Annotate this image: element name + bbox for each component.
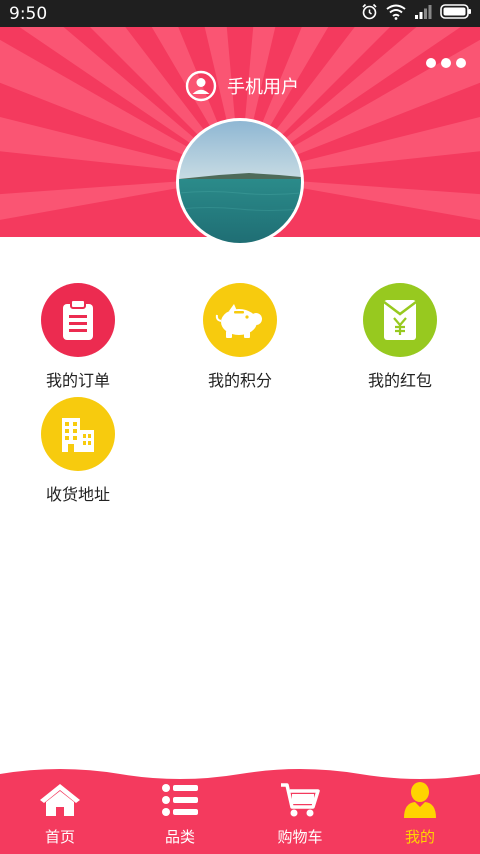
status-bar: 9:50 [0,0,480,27]
menu-label-red-envelope: 我的红包 [367,371,432,390]
user-row[interactable]: 手机用户 [185,70,299,102]
piggy-bank-icon [203,283,277,357]
user-circle-icon [185,70,217,102]
menu-label-address: 收货地址 [45,485,110,504]
tab-label-home: 首页 [44,828,75,846]
tab-cart[interactable]: 购物车 [240,780,360,854]
clipboard-icon [41,283,115,357]
menu-item-red-envelope[interactable]: 我的红包 [330,283,470,391]
user-name: 手机用户 [227,77,299,98]
alarm-icon [361,3,378,24]
avatar[interactable] [176,118,304,246]
menu-item-orders[interactable]: 我的订单 [8,283,148,391]
more-dots-icon [426,58,436,68]
status-time: 9:50 [9,4,48,24]
list-icon [120,780,240,820]
tab-label-cart: 购物车 [277,828,323,846]
signal-icon [414,4,432,23]
status-icons [361,3,472,24]
red-envelope-icon [363,283,437,357]
avatar-photo [179,121,301,243]
menu-item-points[interactable]: 我的积分 [170,283,310,391]
cart-icon [240,780,360,820]
home-icon [0,780,120,820]
tab-home[interactable]: 首页 [0,780,120,854]
more-button[interactable] [426,55,466,71]
wifi-icon [386,4,406,24]
tab-bar: 首页 品类 购物车 我的 [0,768,480,854]
tab-mine[interactable]: 我的 [360,780,480,854]
battery-icon [440,4,472,23]
menu-label-points: 我的积分 [207,371,272,390]
menu-label-orders: 我的订单 [45,371,110,390]
person-icon [360,780,480,820]
tab-label-category: 品类 [164,828,195,846]
menu-item-address[interactable]: 收货地址 [8,397,148,505]
building-icon [41,397,115,471]
tab-label-mine: 我的 [404,828,435,846]
tab-category[interactable]: 品类 [120,780,240,854]
